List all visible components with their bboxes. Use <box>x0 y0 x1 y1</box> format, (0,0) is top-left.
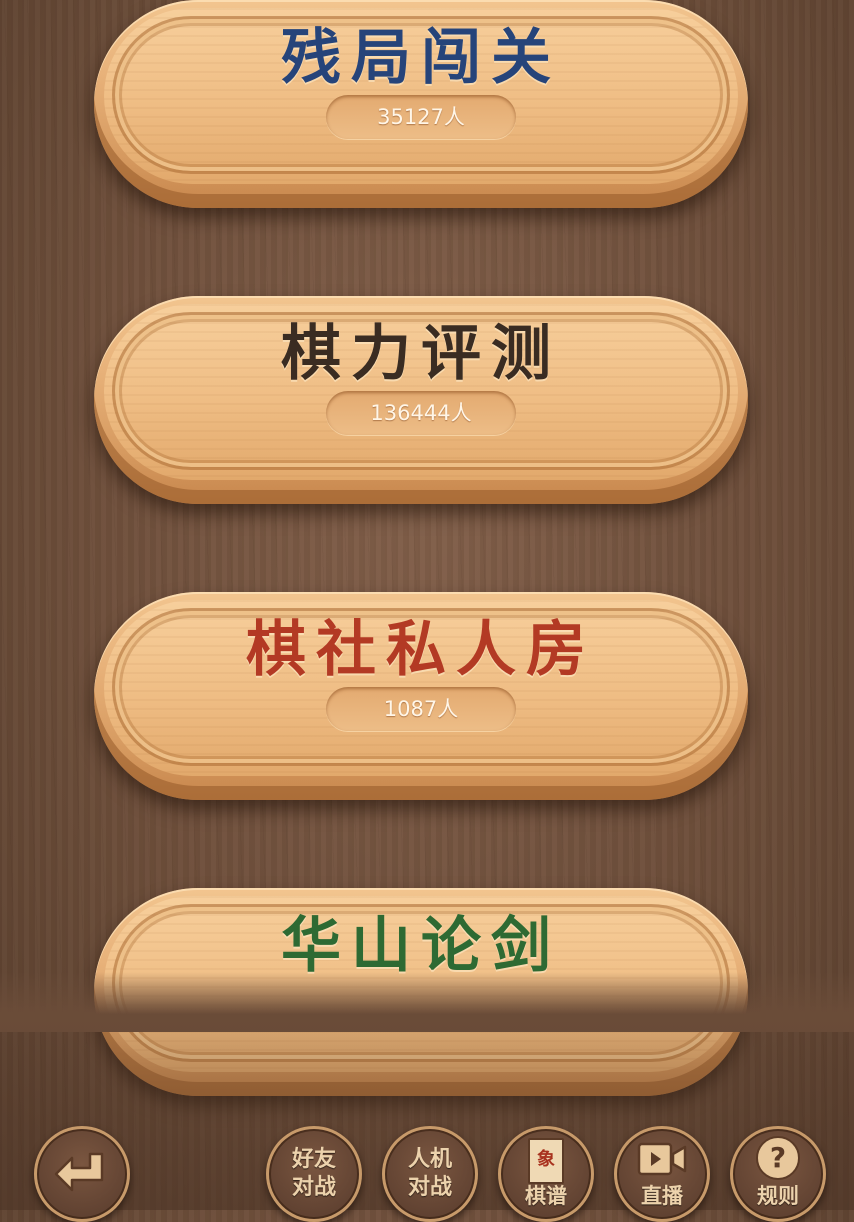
ai-battle-label-line2: 对战 <box>407 1174 452 1200</box>
ai-battle-label-line1: 人机 <box>407 1146 452 1172</box>
club-private-room-player-count: 1087人 <box>326 687 516 731</box>
return-arrow-icon <box>54 1152 104 1192</box>
endgame-challenge-player-count: 35127人 <box>326 95 516 139</box>
book-glyph: 象 <box>537 1149 555 1170</box>
skill-assessment-title: 棋力评测 <box>281 319 561 389</box>
friend-battle-button[interactable]: 好友 对战 <box>266 1126 362 1222</box>
skill-assessment-button[interactable]: 棋力评测 136444人 <box>94 296 748 504</box>
ai-battle-button[interactable]: 人机 对战 <box>382 1126 478 1222</box>
rules-label: 规则 <box>757 1183 799 1208</box>
huashan-duel-button[interactable]: 华山论剑 <box>94 888 748 1096</box>
chess-book-icon: 象 <box>528 1138 564 1184</box>
question-icon: ? <box>756 1136 800 1180</box>
records-button[interactable]: 象 棋谱 <box>498 1126 594 1222</box>
records-label: 棋谱 <box>525 1183 567 1208</box>
huashan-duel-title: 华山论剑 <box>281 911 561 981</box>
club-private-room-title: 棋社私人房 <box>246 615 596 685</box>
live-button[interactable]: 直播 <box>614 1126 710 1222</box>
endgame-challenge-title: 残局闯关 <box>281 23 561 93</box>
back-button[interactable] <box>34 1126 130 1222</box>
friend-battle-label-line2: 对战 <box>291 1174 336 1200</box>
skill-assessment-player-count: 136444人 <box>326 391 516 435</box>
video-camera-icon <box>637 1142 687 1176</box>
club-private-room-button[interactable]: 棋社私人房 1087人 <box>94 592 748 800</box>
endgame-challenge-button[interactable]: 残局闯关 35127人 <box>94 0 748 208</box>
rules-button[interactable]: ? 规则 <box>730 1126 826 1222</box>
friend-battle-label-line1: 好友 <box>291 1146 336 1172</box>
live-label: 直播 <box>641 1183 683 1208</box>
question-glyph: ? <box>769 1141 787 1174</box>
